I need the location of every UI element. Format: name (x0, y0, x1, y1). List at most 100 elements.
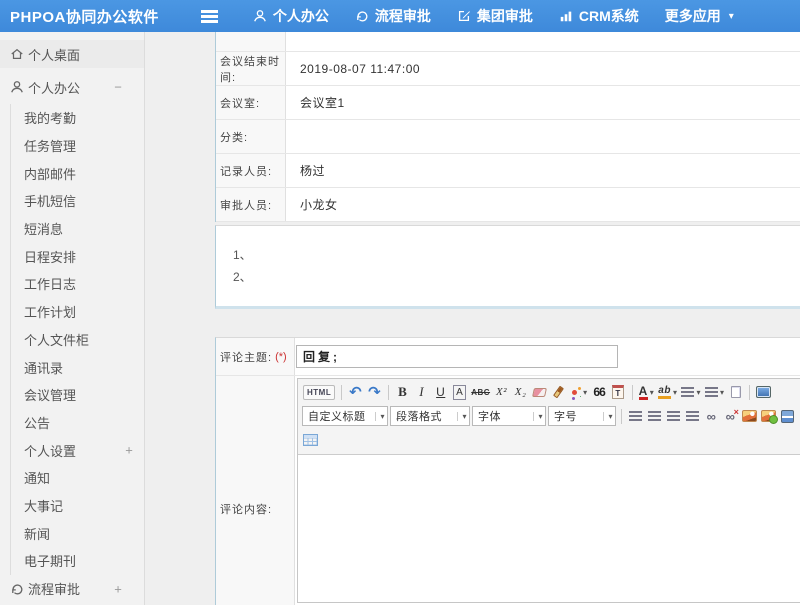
italic-icon[interactable]: I (413, 382, 430, 402)
sidebar-subitem-label: 个人文件柜 (24, 330, 89, 349)
toolbar-separator (388, 385, 389, 400)
align-center-icon[interactable] (646, 406, 663, 426)
sidebar-item-label: 流程审批 (28, 579, 80, 598)
sidebar-subitem-工作计划[interactable]: 工作计划 (11, 298, 144, 326)
sidebar-item-流程审批[interactable]: 流程审批 + (0, 575, 144, 603)
toolbar-separator (749, 385, 750, 400)
undo-icon[interactable]: ↶ (347, 382, 364, 402)
caret-down-icon: ▾ (375, 412, 385, 421)
meeting-note-line: 1、 (233, 244, 800, 266)
paste-as-text-icon[interactable]: T (610, 382, 627, 402)
superscript-icon[interactable]: X² (493, 382, 510, 402)
hamburger-menu-icon[interactable] (201, 10, 218, 23)
sidebar-subitem-新闻[interactable]: 新闻 (11, 519, 144, 547)
sidebar-subitem-label: 手机短信 (24, 191, 76, 210)
spellcheck-icon-glyph (572, 390, 577, 395)
sidebar-subitem-label: 个人设置 (24, 441, 76, 460)
form-row-value: 会议室1 (286, 86, 800, 119)
sidebar-subitem-个人文件柜[interactable]: 个人文件柜 (11, 326, 144, 354)
redo-icon[interactable]: ↷ (366, 382, 383, 402)
ordered-list-icon[interactable] (680, 382, 702, 402)
nav-item-5[interactable]: 更多应用▾ (665, 6, 734, 26)
sidebar-subitem-会议管理[interactable]: 会议管理 (11, 381, 144, 409)
strikethrough-icon-glyph: ABC (471, 388, 490, 397)
html-source-button-label: HTML (303, 385, 335, 400)
highlight-color-icon[interactable]: ab (657, 382, 678, 402)
sidebar-subitem-手机短信[interactable]: 手机短信 (11, 187, 144, 215)
nav-item-label: 个人办公 (273, 6, 329, 26)
unlink-icon[interactable]: ∞ (722, 406, 739, 426)
sidebar-subitem-label: 大事记 (24, 496, 63, 515)
unordered-list-icon[interactable] (704, 382, 726, 402)
align-left-icon[interactable] (627, 406, 644, 426)
nav-item-4[interactable]: CRM系统 (559, 6, 639, 26)
insert-image-icon[interactable] (741, 406, 758, 426)
collapse-toggle-icon[interactable]: − (111, 80, 125, 95)
insert-media-icon[interactable] (779, 406, 796, 426)
link-icon[interactable]: ∞ (703, 406, 720, 426)
sidebar-subitem-通讯录[interactable]: 通讯录 (11, 353, 144, 381)
nav-item-1[interactable]: 个人办公 (253, 6, 329, 26)
form-row-label: 会议结束时间: (216, 52, 286, 85)
sidebar-subitem-label: 工作计划 (24, 302, 76, 321)
comment-subject-input[interactable] (296, 345, 618, 368)
insert-table-icon-glyph (303, 434, 318, 446)
sidebar-subitem-短消息[interactable]: 短消息 (11, 215, 144, 243)
sidebar-item-个人桌面[interactable]: 个人桌面 (0, 40, 144, 68)
font-color-icon[interactable]: A (638, 382, 656, 402)
editor-toolbar-row-3 (301, 428, 797, 452)
spellcheck-icon[interactable] (569, 382, 589, 402)
insert-table-icon[interactable] (302, 430, 319, 450)
nav-item-label: 集团审批 (477, 6, 533, 26)
sidebar-item-个人办公[interactable]: 个人办公− (0, 73, 144, 101)
insert-flash-icon-glyph (761, 410, 776, 422)
required-mark: (*) (275, 351, 287, 363)
fullscreen-icon[interactable] (755, 382, 772, 402)
sidebar-subitem-label: 内部邮件 (24, 164, 76, 183)
bold-icon[interactable]: B (394, 382, 411, 402)
sidebar-subitem-通知[interactable]: 通知 (11, 464, 144, 492)
font-name-icon[interactable]: A (451, 382, 468, 402)
format-brush-icon[interactable] (550, 382, 567, 402)
font-size-select[interactable]: 字号▾ (548, 406, 616, 426)
sidebar-subitem-日程安排[interactable]: 日程安排 (11, 242, 144, 270)
strikethrough-icon[interactable]: ABC (470, 382, 491, 402)
align-right-icon[interactable] (665, 406, 682, 426)
sidebar: 个人桌面个人办公− 我的考勤任务管理内部邮件手机短信短消息日程安排工作日志工作计划… (0, 32, 145, 605)
justify-icon[interactable] (684, 406, 701, 426)
user-icon (8, 80, 25, 94)
eraser-icon[interactable] (531, 382, 548, 402)
font-name-icon-glyph: A (453, 385, 466, 400)
editor-toolbar: HTML↶↷BIUAABCX²X₂66TAab 自定义标题▾段落格式▾字体▾字号… (298, 379, 800, 455)
insert-flash-icon[interactable] (760, 406, 777, 426)
sidebar-subitem-个人设置[interactable]: 个人设置 + (11, 436, 144, 464)
undo-icon-glyph: ↶ (349, 383, 362, 401)
heading-select[interactable]: 自定义标题▾ (302, 406, 388, 426)
ordered-list-icon-glyph (681, 387, 694, 397)
editor-toolbar-row-1: HTML↶↷BIUAABCX²X₂66TAab (301, 380, 797, 404)
sidebar-subitem-任务管理[interactable]: 任务管理 (11, 132, 144, 160)
sidebar-subitem-公告[interactable]: 公告 (11, 409, 144, 437)
sidebar-subitem-我的考勤[interactable]: 我的考勤 (11, 104, 144, 132)
new-document-icon[interactable] (727, 382, 744, 402)
sidebar-subitem-label: 短消息 (24, 219, 63, 238)
sidebar-subitem-电子期刊[interactable]: 电子期刊 (11, 547, 144, 575)
paragraph-format-select[interactable]: 段落格式▾ (390, 406, 470, 426)
form-row-label: 分类: (216, 120, 286, 153)
insert-image-icon-glyph (742, 410, 757, 422)
sidebar-subitem-内部邮件[interactable]: 内部邮件 (11, 159, 144, 187)
blockquote-icon[interactable]: 66 (591, 382, 608, 402)
nav-item-2[interactable]: 流程审批 (355, 6, 431, 26)
underline-icon[interactable]: U (432, 382, 449, 402)
superscript-icon-glyph: X² (496, 386, 507, 398)
form-row-label: 会议室: (216, 86, 286, 119)
html-source-button[interactable]: HTML (302, 382, 336, 402)
nav-item-3[interactable]: 集团审批 (457, 6, 533, 26)
expand-toggle-icon[interactable]: + (122, 443, 136, 458)
expand-toggle-icon[interactable]: + (111, 581, 125, 596)
editor-content-area[interactable] (298, 455, 800, 602)
subscript-icon[interactable]: X₂ (512, 382, 529, 402)
sidebar-subitem-工作日志[interactable]: 工作日志 (11, 270, 144, 298)
sidebar-subitem-大事记[interactable]: 大事记 (11, 492, 144, 520)
font-family-select[interactable]: 字体▾ (472, 406, 546, 426)
